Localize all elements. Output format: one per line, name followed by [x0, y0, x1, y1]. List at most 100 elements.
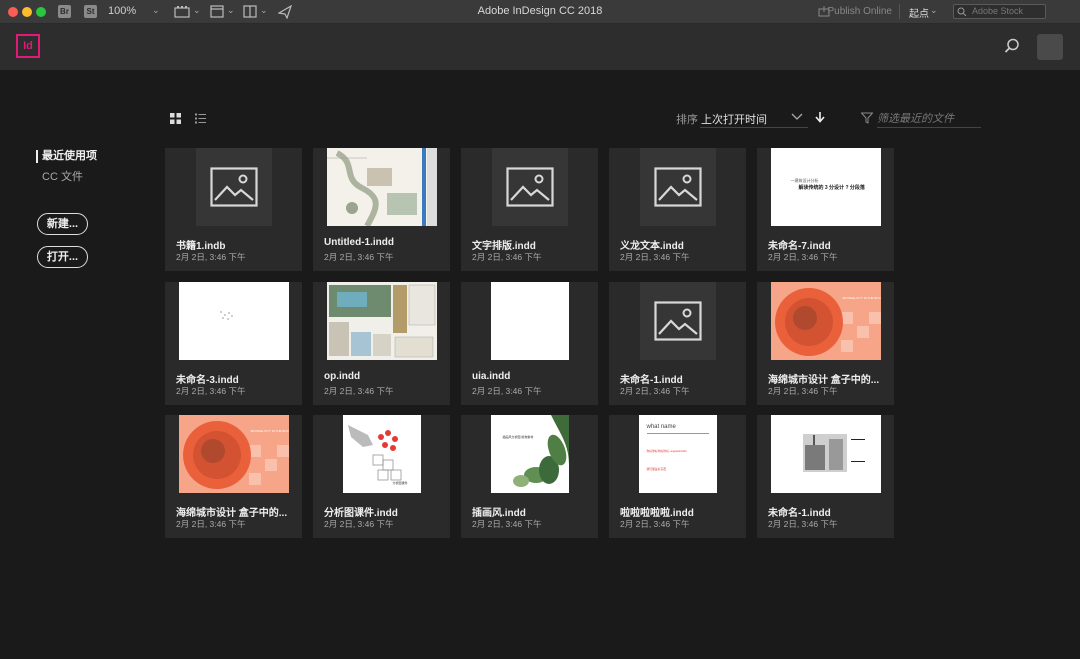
document-preview: what name 你好你好你好你好, angela12344 我们都是好东西	[638, 415, 717, 493]
file-name: 义龙文本.indd	[620, 241, 684, 252]
workspace-switcher[interactable]: 起点	[909, 5, 929, 20]
preview-caption: SPONGE CITY IN THE BOX	[250, 429, 289, 433]
stock-search-icon	[957, 7, 967, 17]
file-date: 2月 2日, 3:46 下午	[176, 519, 246, 529]
file-name: 分析图课件.indd	[324, 508, 398, 519]
file-name: 文字排版.indd	[472, 241, 536, 252]
file-name: 啦啦啦啦啦.indd	[620, 508, 694, 519]
file-date: 2月 2日, 3:46 下午	[176, 252, 246, 262]
titlebar-divider	[899, 4, 900, 19]
list-view-icon[interactable]	[195, 113, 206, 124]
file-card[interactable]: 一建筑设计分析 解读传统的 3 分设计 ? 分段落未命名-7.indd 2月 2日,…	[757, 148, 894, 271]
grid-view-icon[interactable]	[170, 113, 181, 124]
file-card[interactable]: 分析图课件分析图课件.indd 2月 2日, 3:46 下午	[313, 415, 450, 538]
sort-dropdown[interactable]: 上次打开时间	[701, 111, 767, 127]
file-date: 2月 2日, 3:46 下午	[176, 386, 246, 396]
sort-underline	[700, 127, 808, 128]
file-card[interactable]: 未命名-1.indd 2月 2日, 3:46 下午	[609, 282, 746, 405]
file-date: 2月 2日, 3:46 下午	[472, 386, 542, 396]
document-preview	[326, 282, 437, 360]
workspace-dropdown-icon[interactable]: ⌄	[930, 5, 938, 16]
sidebar-item-recent[interactable]: 最近使用项	[36, 150, 97, 163]
preview-title: what name	[646, 424, 676, 430]
file-card[interactable]: what name 你好你好你好你好, angela12344 我们都是好东西啦啦啦…	[609, 415, 746, 538]
file-date: 2月 2日, 3:46 下午	[620, 519, 690, 529]
sort-label: 排序	[676, 114, 698, 126]
document-preview: SPONGE CITY IN THE BOX	[178, 415, 289, 493]
file-thumbnail[interactable]	[313, 148, 450, 226]
file-name: 插画风.indd	[472, 508, 526, 519]
file-thumbnail[interactable]	[757, 415, 894, 493]
sidebar-item-cc-files[interactable]: CC 文件	[42, 168, 83, 184]
placeholder-thumbnail	[639, 148, 716, 226]
file-card[interactable]: uia.indd 2月 2日, 3:46 下午	[461, 282, 598, 405]
file-card[interactable]: 书籍1.indb 2月 2日, 3:46 下午	[165, 148, 302, 271]
file-name: 未命名-1.indd	[768, 508, 831, 519]
file-card[interactable]: 插画风分析图 植物素材 插画风.indd 2月 2日, 3:46 下午	[461, 415, 598, 538]
indesign-logo: Id	[16, 34, 40, 58]
file-thumbnail[interactable]: 一建筑设计分析 解读传统的 3 分设计 ? 分段落	[757, 148, 894, 226]
document-preview	[490, 282, 569, 360]
file-thumbnail[interactable]	[313, 282, 450, 360]
file-date: 2月 2日, 3:46 下午	[768, 519, 838, 529]
file-date: 2月 2日, 3:46 下午	[768, 252, 838, 262]
document-preview: 分析图课件	[342, 415, 421, 493]
file-thumbnail[interactable]: SPONGE CITY IN THE BOX	[757, 282, 894, 360]
placeholder-thumbnail	[639, 282, 716, 360]
file-thumbnail[interactable]	[609, 282, 746, 360]
image-placeholder-icon	[209, 167, 258, 207]
preview-line: 我们都是好东西	[646, 467, 667, 471]
file-thumbnail[interactable]	[165, 148, 302, 226]
placeholder-thumbnail	[491, 148, 568, 226]
file-card[interactable]: op.indd 2月 2日, 3:46 下午	[313, 282, 450, 405]
file-name: op.indd	[324, 371, 361, 382]
file-thumbnail[interactable]: 插画风分析图 植物素材	[461, 415, 598, 493]
preview-caption: 插画风分析图 植物素材	[502, 435, 534, 439]
search-icon[interactable]	[1004, 38, 1020, 54]
preview-heading: 解读传统的 3 分设计 ? 分段落	[798, 185, 865, 191]
preview-line: 你好你好你好你好, angela12344	[646, 449, 687, 453]
publish-online-button[interactable]: Publish Online	[814, 4, 894, 19]
preview-caption: SPONGE CITY IN THE BOX	[842, 296, 881, 300]
file-card[interactable]: 文字排版.indd 2月 2日, 3:46 下午	[461, 148, 598, 271]
preview-caption: 分析图课件	[392, 481, 408, 485]
document-preview	[770, 415, 881, 493]
document-preview	[178, 282, 289, 360]
image-placeholder-icon	[653, 301, 702, 341]
chevron-down-icon[interactable]	[791, 112, 803, 122]
file-name: 未命名-3.indd	[176, 375, 239, 386]
file-card[interactable]: SPONGE CITY IN THE BOX 海绵城市设计 盒子中的... 2月 2…	[165, 415, 302, 538]
file-card[interactable]: SPONGE CITY IN THE BOX 海绵城市设计 盒子中的... 2月 2…	[757, 282, 894, 405]
file-name: 未命名-1.indd	[620, 375, 683, 386]
image-placeholder-icon	[505, 167, 554, 207]
app-header: Id	[0, 24, 1080, 70]
file-thumbnail[interactable]	[461, 282, 598, 360]
file-card[interactable]: Untitled-1.indd 2月 2日, 3:46 下午	[313, 148, 450, 271]
file-card[interactable]: 未命名-3.indd 2月 2日, 3:46 下午	[165, 282, 302, 405]
image-placeholder-icon	[653, 167, 702, 207]
file-thumbnail[interactable]	[609, 148, 746, 226]
file-name: 书籍1.indb	[176, 241, 226, 252]
file-name: 未命名-7.indd	[768, 241, 831, 252]
file-thumbnail[interactable]: what name 你好你好你好你好, angela12344 我们都是好东西	[609, 415, 746, 493]
file-date: 2月 2日, 3:46 下午	[324, 519, 394, 529]
file-thumbnail[interactable]: SPONGE CITY IN THE BOX	[165, 415, 302, 493]
filter-icon	[861, 112, 873, 124]
file-date: 2月 2日, 3:46 下午	[620, 252, 690, 262]
filter-recent-files-input[interactable]	[877, 110, 981, 128]
document-preview: SPONGE CITY IN THE BOX	[770, 282, 881, 360]
new-button[interactable]: 新建...	[37, 213, 88, 235]
file-card[interactable]: 未命名-1.indd 2月 2日, 3:46 下午	[757, 415, 894, 538]
file-date: 2月 2日, 3:46 下午	[472, 252, 542, 262]
document-preview: 一建筑设计分析 解读传统的 3 分设计 ? 分段落	[770, 148, 881, 226]
file-name: 海绵城市设计 盒子中的...	[768, 375, 880, 386]
file-card[interactable]: 义龙文本.indd 2月 2日, 3:46 下午	[609, 148, 746, 271]
open-button[interactable]: 打开...	[37, 246, 88, 268]
file-thumbnail[interactable]	[461, 148, 598, 226]
window-titlebar: Br St 100% ⌄ ⌄ ⌄ ⌄ Adobe InDesign CC 201…	[0, 0, 1080, 24]
sort-direction-arrow-icon[interactable]	[815, 111, 825, 123]
file-thumbnail[interactable]	[165, 282, 302, 360]
file-thumbnail[interactable]: 分析图课件	[313, 415, 450, 493]
file-name: 海绵城市设计 盒子中的...	[176, 508, 288, 519]
user-avatar[interactable]	[1037, 34, 1063, 60]
